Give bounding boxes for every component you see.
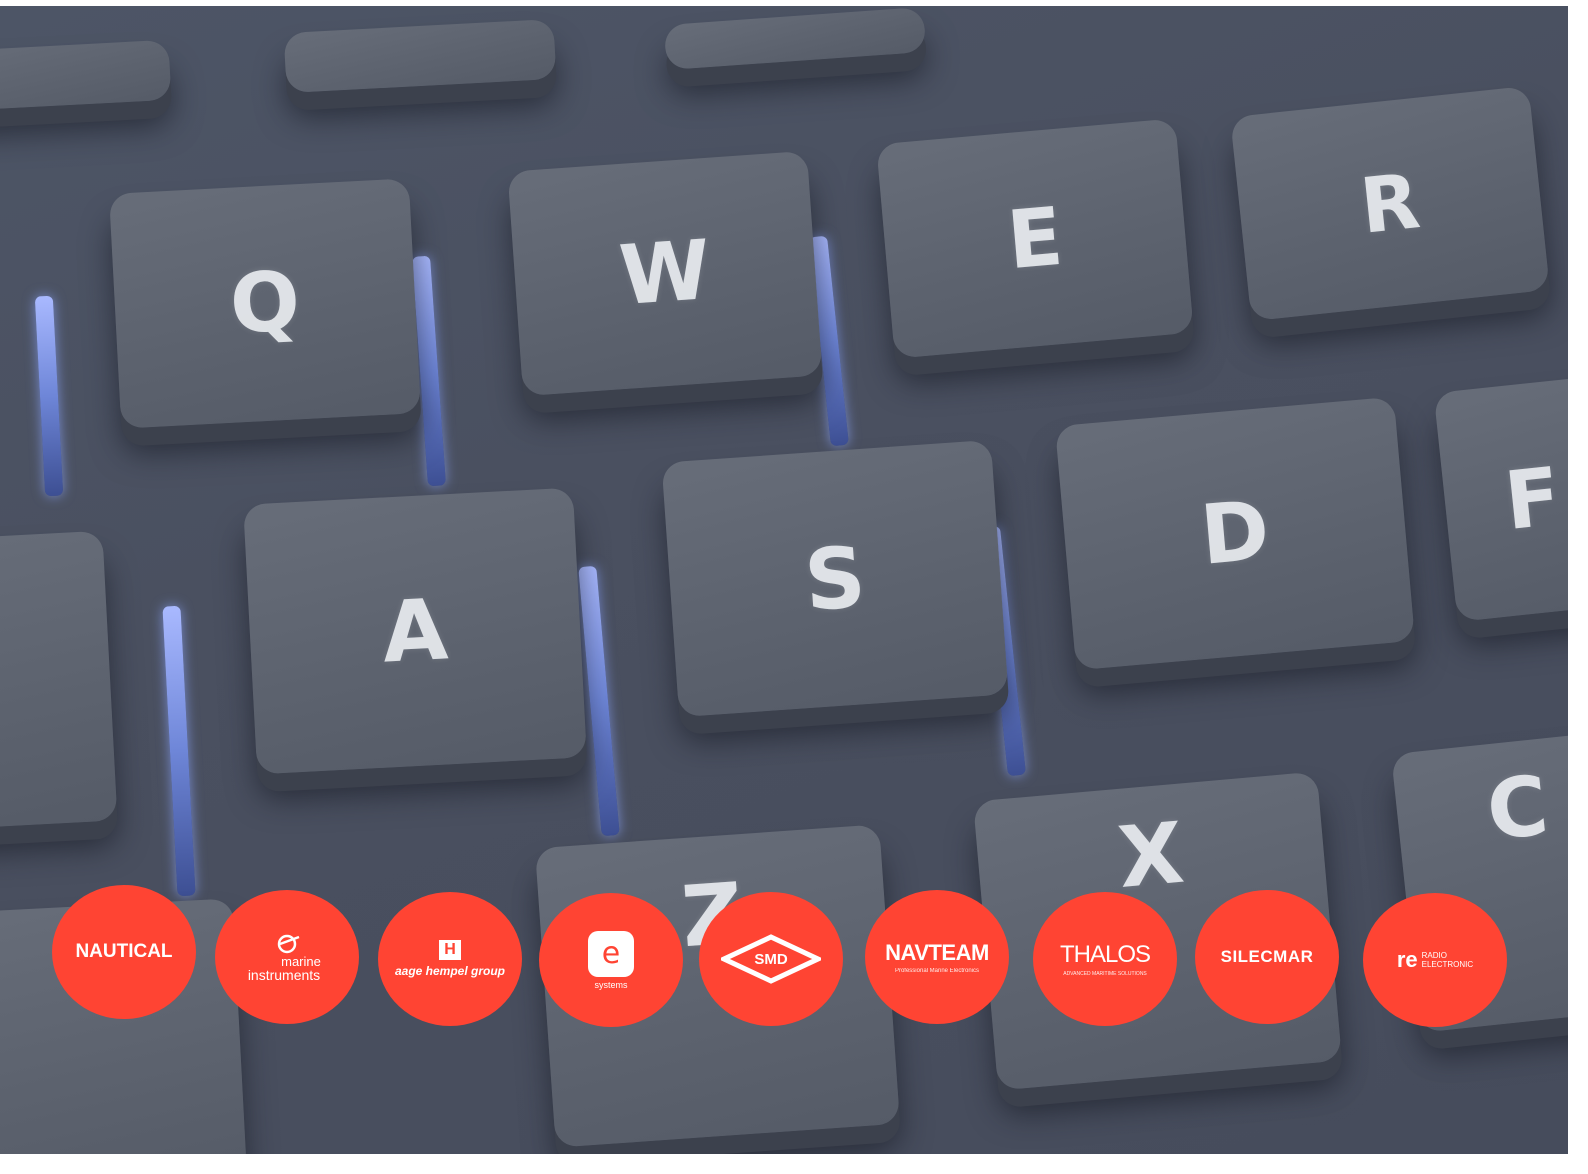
logo-smd[interactable]: SMD	[699, 892, 843, 1026]
logo-subtext: ADVANCED MARITIME SOLUTIONS	[1063, 971, 1147, 977]
logo-radio-electronic[interactable]: re RADIO ELECTRONIC	[1363, 893, 1507, 1027]
logo-text: aage hempel group	[394, 964, 506, 978]
logo-marine-instruments[interactable]: marine instruments	[215, 890, 359, 1024]
marine-instruments-icon	[277, 934, 300, 953]
e3-badge-icon: e	[588, 930, 634, 977]
logo-text: NAUTICAL	[75, 941, 173, 962]
keyboard-background-photo: Q W E R A S D F Z X C NAUTICAL marine in…	[0, 6, 1568, 1154]
logo-text: instruments	[247, 966, 321, 983]
hempel-mark-icon: H	[439, 940, 461, 960]
logo-subtext: Professional Marine Electronics	[894, 968, 980, 974]
logo-text: marine	[281, 953, 321, 969]
logo-aage-hempel[interactable]: H aage hempel group	[378, 892, 522, 1026]
logo-text: SMD	[754, 950, 788, 968]
logo-text: RADIO	[1421, 951, 1447, 960]
re-mark-icon: re	[1396, 947, 1418, 972]
logo-text: ELECTRONIC	[1421, 960, 1474, 969]
logo-navteam[interactable]: NAVTEAM Professional Marine Electronics	[865, 890, 1009, 1024]
smd-diamond-icon: SMD	[721, 934, 821, 984]
logo-text: systems	[594, 979, 628, 990]
partner-logos: NAUTICAL marine instruments H aage hempe…	[0, 6, 1568, 1154]
logo-text: THALOS	[1059, 941, 1151, 968]
logo-thalos[interactable]: THALOS ADVANCED MARITIME SOLUTIONS	[1033, 892, 1177, 1026]
logo-nautical[interactable]: NAUTICAL	[52, 885, 196, 1019]
logo-text: NAVTEAM	[885, 940, 989, 965]
logo-text: SILECMAR	[1220, 947, 1314, 966]
logo-silecmar[interactable]: SILECMAR	[1195, 890, 1339, 1024]
logo-e3-systems[interactable]: e systems	[539, 893, 683, 1027]
